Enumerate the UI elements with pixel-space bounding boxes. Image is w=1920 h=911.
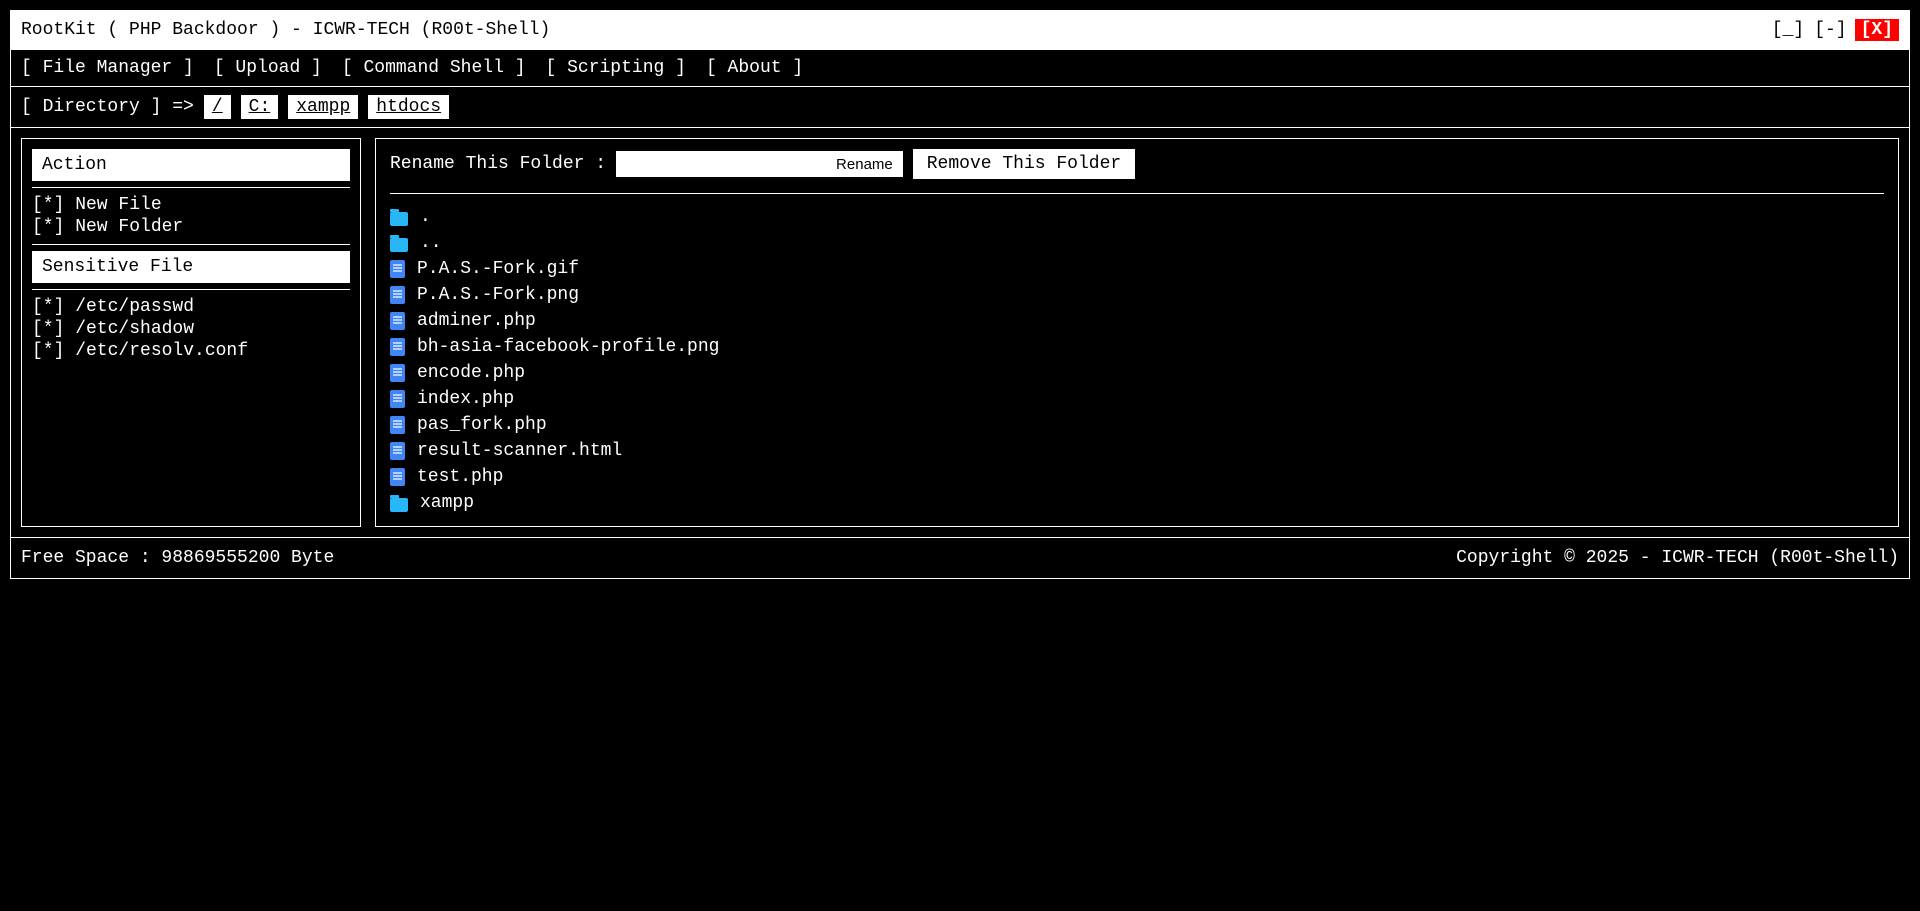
folder-link[interactable]: . [420, 207, 431, 227]
file-icon [390, 338, 405, 356]
minimize-button[interactable]: [_] [1770, 20, 1806, 40]
file-icon [390, 468, 405, 486]
sensitive-list: [*] /etc/passwd [*] /etc/shadow [*] /etc… [32, 296, 350, 362]
footer: Free Space : 98869555200 Byte Copyright … [10, 538, 1910, 579]
file-icon [390, 442, 405, 460]
breadcrumb: [ Directory ] => / C: xampp htdocs [10, 87, 1910, 128]
list-item: bh-asia-facebook-profile.png [390, 334, 1884, 360]
sensitive-shadow[interactable]: [*] /etc/shadow [32, 319, 194, 339]
list-item: adminer.php [390, 308, 1884, 334]
list-item: pas_fork.php [390, 412, 1884, 438]
file-icon [390, 416, 405, 434]
sensitive-passwd[interactable]: [*] /etc/passwd [32, 297, 194, 317]
remove-folder-button[interactable]: Remove This Folder [913, 149, 1135, 179]
file-link[interactable]: adminer.php [417, 311, 536, 331]
folder-link[interactable]: xampp [420, 493, 474, 513]
list-item: encode.php [390, 360, 1884, 386]
list-item: test.php [390, 464, 1884, 490]
nav-command-shell[interactable]: [ Command Shell ] [342, 58, 526, 78]
divider [390, 193, 1884, 194]
free-space: Free Space : 98869555200 Byte [21, 548, 334, 568]
crumb-htdocs[interactable]: htdocs [368, 95, 449, 119]
file-link[interactable]: pas_fork.php [417, 415, 547, 435]
window-title: RootKit ( PHP Backdoor ) - ICWR-TECH (R0… [21, 20, 550, 40]
action-list: [*] New File [*] New Folder [32, 194, 350, 238]
crumb-xampp[interactable]: xampp [288, 95, 358, 119]
crumb-root[interactable]: / [204, 95, 231, 119]
sidebar-sensitive-header: Sensitive File [32, 251, 350, 283]
action-new-folder[interactable]: [*] New Folder [32, 217, 183, 237]
file-link[interactable]: test.php [417, 467, 503, 487]
sidebar-action-header: Action [32, 149, 350, 181]
list-item: index.php [390, 386, 1884, 412]
sidebar: Action [*] New File [*] New Folder Sensi… [21, 138, 361, 527]
folder-icon [390, 498, 408, 512]
copyright: Copyright © 2025 - ICWR-TECH (R00t-Shell… [1456, 548, 1899, 568]
list-item: result-scanner.html [390, 438, 1884, 464]
file-list: ... P.A.S.-Fork.gif P.A.S.-Fork.png adminer… [390, 204, 1884, 516]
crumb-drive[interactable]: C: [241, 95, 279, 119]
sensitive-resolv[interactable]: [*] /etc/resolv.conf [32, 341, 248, 361]
folder-icon [390, 212, 408, 226]
nav-scripting[interactable]: [ Scripting ] [546, 58, 686, 78]
content-panel: Rename This Folder : Rename Remove This … [375, 138, 1899, 527]
rename-input[interactable] [616, 151, 826, 177]
nav-about[interactable]: [ About ] [706, 58, 803, 78]
list-item: P.A.S.-Fork.png [390, 282, 1884, 308]
nav-upload[interactable]: [ Upload ] [214, 58, 322, 78]
list-item: .. [390, 230, 1884, 256]
file-link[interactable]: P.A.S.-Fork.png [417, 285, 579, 305]
list-item: . [390, 204, 1884, 230]
maximize-button[interactable]: [-] [1812, 20, 1848, 40]
file-link[interactable]: index.php [417, 389, 514, 409]
folder-link[interactable]: .. [420, 233, 442, 253]
divider [32, 187, 350, 188]
window-controls: [_] [-] [X] [1770, 19, 1899, 41]
folder-icon [390, 238, 408, 252]
file-link[interactable]: encode.php [417, 363, 525, 383]
list-item: P.A.S.-Fork.gif [390, 256, 1884, 282]
file-icon [390, 364, 405, 382]
folder-actions: Rename This Folder : Rename Remove This … [390, 149, 1884, 179]
close-button[interactable]: [X] [1855, 19, 1899, 41]
file-icon [390, 286, 405, 304]
file-icon [390, 390, 405, 408]
divider [32, 289, 350, 290]
rename-button[interactable]: Rename [826, 151, 903, 177]
list-item: xampp [390, 490, 1884, 516]
file-icon [390, 312, 405, 330]
file-link[interactable]: bh-asia-facebook-profile.png [417, 337, 719, 357]
nav-file-manager[interactable]: [ File Manager ] [21, 58, 194, 78]
title-bar: RootKit ( PHP Backdoor ) - ICWR-TECH (R0… [10, 10, 1910, 50]
rename-label: Rename This Folder : [390, 154, 606, 174]
breadcrumb-label: [ Directory ] => [21, 97, 194, 117]
nav-bar: [ File Manager ] [ Upload ] [ Command Sh… [10, 50, 1910, 87]
file-link[interactable]: result-scanner.html [417, 441, 622, 461]
divider [32, 244, 350, 245]
action-new-file[interactable]: [*] New File [32, 195, 162, 215]
file-icon [390, 260, 405, 278]
file-link[interactable]: P.A.S.-Fork.gif [417, 259, 579, 279]
main-area: Action [*] New File [*] New Folder Sensi… [10, 128, 1910, 538]
